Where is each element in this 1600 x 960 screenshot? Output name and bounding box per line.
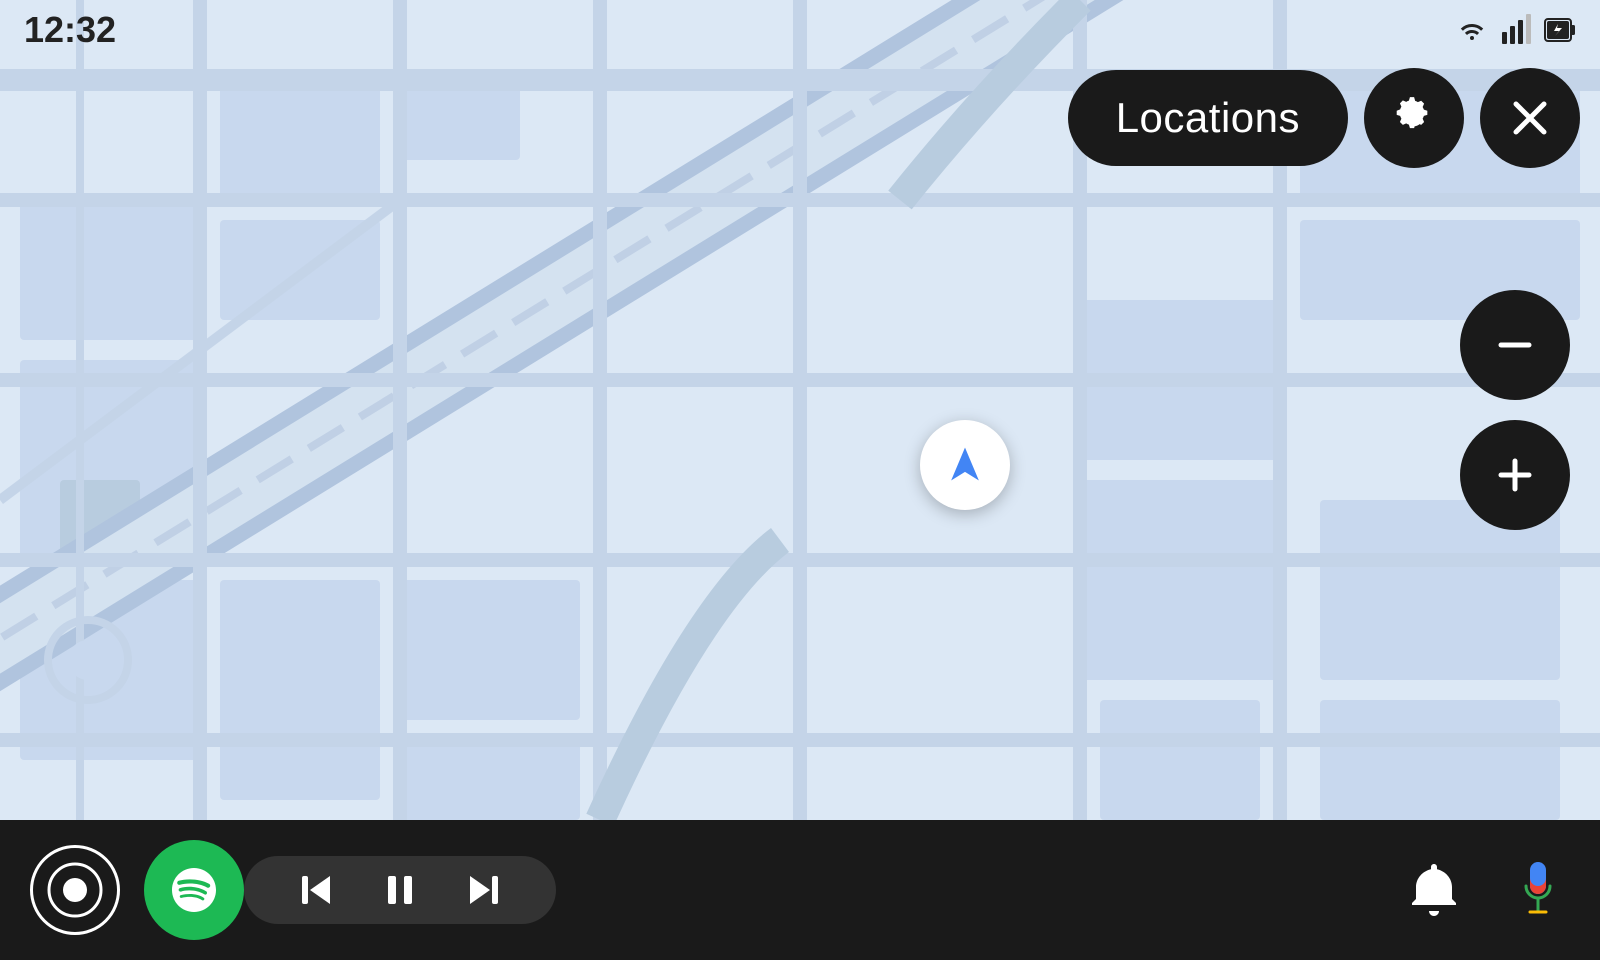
previous-icon <box>294 868 338 912</box>
zoom-in-button[interactable] <box>1460 420 1570 530</box>
spotify-icon <box>164 860 224 920</box>
map-area: 12:32 Locations <box>0 0 1600 820</box>
spotify-button[interactable] <box>144 840 244 940</box>
microphone-button[interactable] <box>1506 858 1570 922</box>
home-circle-icon <box>47 862 103 918</box>
notification-icon <box>1402 858 1466 922</box>
next-icon <box>462 868 506 912</box>
zoom-out-button[interactable] <box>1460 290 1570 400</box>
minus-icon <box>1493 323 1537 367</box>
pause-button[interactable] <box>378 868 422 912</box>
microphone-icon <box>1506 858 1570 922</box>
clock: 12:32 <box>24 9 116 51</box>
zoom-controls <box>1460 290 1570 530</box>
settings-button[interactable] <box>1364 68 1464 168</box>
close-icon <box>1508 96 1552 140</box>
locations-button[interactable]: Locations <box>1068 70 1348 166</box>
notification-button[interactable] <box>1402 858 1466 922</box>
pause-icon <box>378 868 422 912</box>
gear-icon <box>1389 93 1439 143</box>
previous-button[interactable] <box>294 868 338 912</box>
plus-icon <box>1493 453 1537 497</box>
top-controls: Locations <box>1068 68 1580 168</box>
home-button[interactable] <box>30 845 120 935</box>
battery-icon <box>1544 14 1576 46</box>
status-bar: 12:32 <box>0 0 1600 60</box>
location-marker <box>920 420 1010 510</box>
next-button[interactable] <box>462 868 506 912</box>
wifi-icon <box>1456 14 1488 46</box>
signal-icon <box>1500 14 1532 46</box>
navigation-arrow <box>939 439 991 491</box>
close-button[interactable] <box>1480 68 1580 168</box>
media-pill <box>244 856 556 924</box>
right-controls <box>1402 858 1570 922</box>
bottom-bar <box>0 820 1600 960</box>
status-icons <box>1456 14 1576 46</box>
